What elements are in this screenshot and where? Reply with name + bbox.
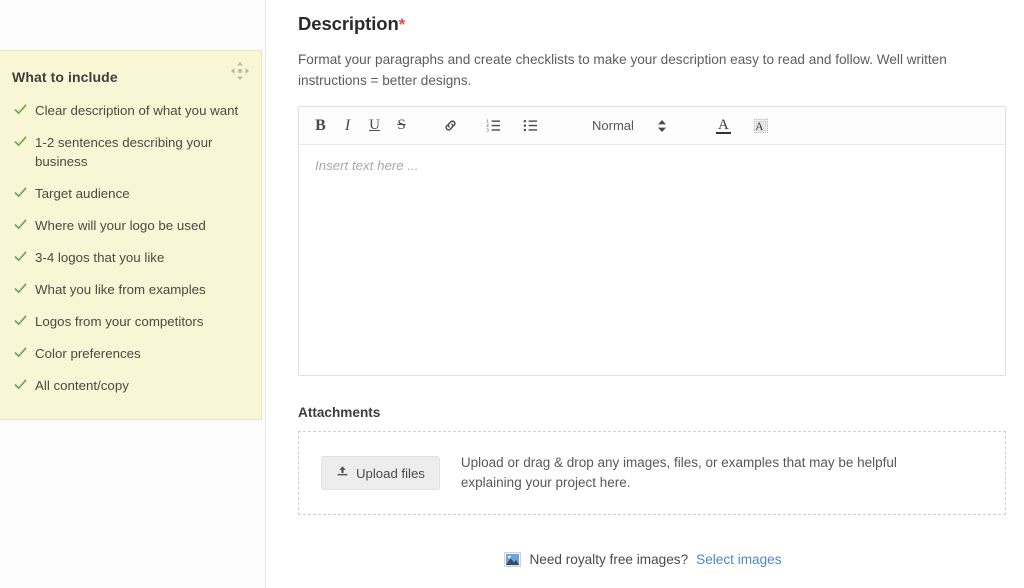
upload-icon xyxy=(336,465,349,481)
editor-placeholder: Insert text here ... xyxy=(315,158,419,173)
strikethrough-button[interactable]: S xyxy=(388,112,415,139)
svg-text:3: 3 xyxy=(486,127,489,132)
list-item: All content/copy xyxy=(12,376,245,395)
svg-text:A: A xyxy=(755,121,764,133)
italic-button[interactable]: I xyxy=(334,112,361,139)
list-item: What you like from examples xyxy=(12,280,245,299)
check-icon xyxy=(14,313,27,326)
panel-title: What to include xyxy=(12,69,118,85)
list-item-label: 1-2 sentences describing your business xyxy=(35,135,213,169)
bold-button[interactable]: B xyxy=(307,112,334,139)
upload-files-label: Upload files xyxy=(356,465,425,481)
list-item-label: Target audience xyxy=(35,186,130,201)
format-select[interactable]: Normal xyxy=(588,112,638,139)
check-icon xyxy=(14,281,27,294)
dropzone-instructions: Upload or drag & drop any images, files,… xyxy=(460,455,897,490)
rich-text-editor: B I U S 1 2 3 Normal A A Insert text her… xyxy=(298,106,1006,376)
list-item-label: All content/copy xyxy=(35,378,129,393)
editor-toolbar: B I U S 1 2 3 Normal A A xyxy=(299,107,1005,145)
list-item: 3-4 logos that you like xyxy=(12,248,245,267)
updown-stepper-icon[interactable] xyxy=(652,114,672,138)
description-section: Description* Format your paragraphs and … xyxy=(298,0,1006,515)
page-title: Description* xyxy=(298,12,1006,37)
list-item-label: Color preferences xyxy=(35,346,141,361)
list-item-label: Where will your logo be used xyxy=(35,218,206,233)
text-color-icon[interactable]: A xyxy=(710,112,737,139)
check-icon xyxy=(14,134,27,147)
check-icon xyxy=(14,217,27,230)
main-content-column: Description* Format your paragraphs and … xyxy=(266,0,1024,588)
list-item-label: 3-4 logos that you like xyxy=(35,250,165,265)
required-marker: * xyxy=(398,15,406,34)
project-brief-page: What to include Clear description of wha… xyxy=(0,0,1024,588)
text-color-swatch xyxy=(715,132,731,134)
list-item: Logos from your competitors xyxy=(12,312,245,331)
check-icon xyxy=(14,185,27,198)
royalty-prompt-text: Need royalty free images? xyxy=(529,552,689,567)
ordered-list-icon[interactable]: 1 2 3 xyxy=(480,112,507,139)
list-item-label: Clear description of what you want xyxy=(35,103,239,118)
link-icon[interactable] xyxy=(437,112,464,139)
list-item-label: What you like from examples xyxy=(35,282,206,297)
include-checklist: Clear description of what you want 1-2 s… xyxy=(12,101,245,395)
royalty-images-row: Need royalty free images? Select images xyxy=(266,552,1020,567)
list-item: Clear description of what you want xyxy=(12,101,245,120)
editor-text-area[interactable]: Insert text here ... xyxy=(299,145,1005,375)
list-item: Target audience xyxy=(12,184,245,203)
what-to-include-panel: What to include Clear description of wha… xyxy=(0,50,262,420)
check-icon xyxy=(14,377,27,390)
photo-icon xyxy=(504,552,522,567)
move-handle-icon[interactable] xyxy=(231,62,249,80)
left-sidebar-column: What to include Clear description of wha… xyxy=(0,0,266,588)
check-icon xyxy=(14,249,27,262)
check-icon xyxy=(14,345,27,358)
page-title-text: Description xyxy=(298,13,399,34)
upload-files-button[interactable]: Upload files xyxy=(321,456,440,490)
description-helper-text: Format your paragraphs and create checkl… xyxy=(298,52,947,88)
list-item: Where will your logo be used xyxy=(12,216,245,235)
select-images-link[interactable]: Select images xyxy=(696,552,781,567)
background-color-icon[interactable]: A xyxy=(747,112,774,139)
list-item: Color preferences xyxy=(12,344,245,363)
format-select-value: Normal xyxy=(592,118,634,133)
list-item-label: Logos from your competitors xyxy=(35,314,204,329)
check-icon xyxy=(14,102,27,115)
bullet-list-icon[interactable] xyxy=(517,112,544,139)
attachments-dropzone[interactable]: Upload files Upload or drag & drop any i… xyxy=(298,431,1006,515)
underline-button[interactable]: U xyxy=(361,112,388,139)
attachments-title: Attachments xyxy=(298,405,381,420)
list-item: 1-2 sentences describing your business xyxy=(12,133,245,171)
